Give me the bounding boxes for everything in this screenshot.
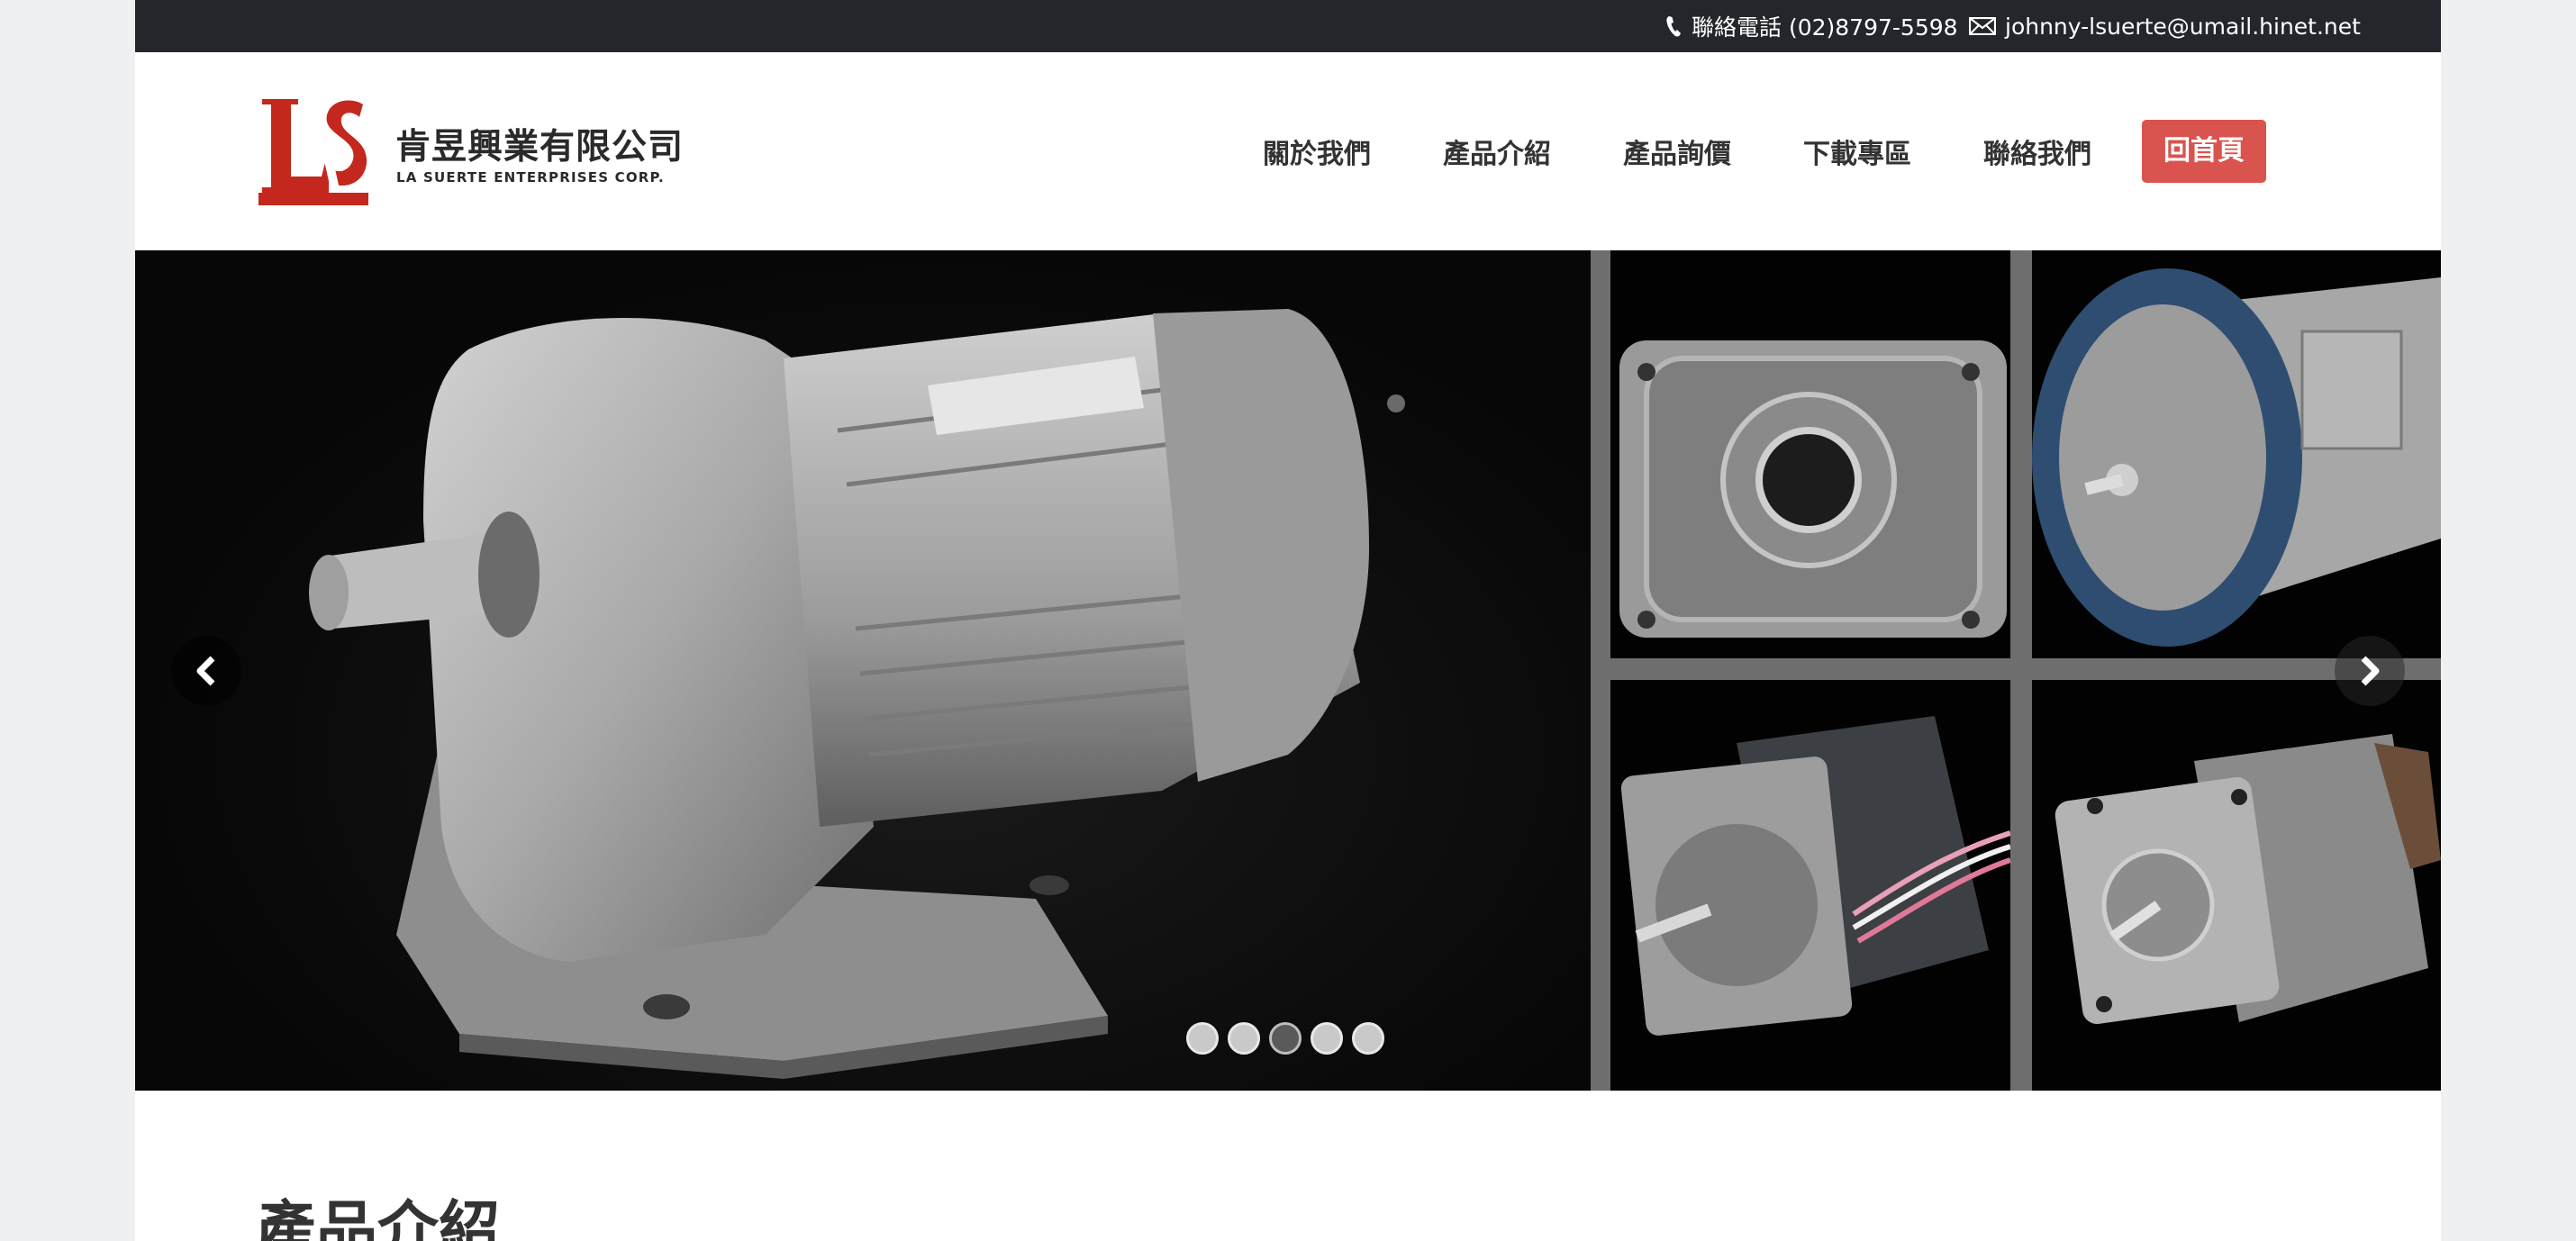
company-logo[interactable]: 肯昱興業有限公司 LA SUERTE ENTERPRISES CORP. [259, 99, 685, 205]
site-header: 肯昱興業有限公司 LA SUERTE ENTERPRISES CORP. 關於我… [135, 52, 2441, 250]
nav-item-about[interactable]: 關於我們 [1227, 131, 1407, 171]
nav-item-contact[interactable]: 聯絡我們 [1947, 131, 2127, 171]
square-flange-motor-image [2032, 680, 2441, 1091]
gearbox-flange-image [1610, 250, 2010, 658]
main-nav: 關於我們 產品介紹 產品詢價 下載專區 聯絡我們 回首頁 [1227, 120, 2266, 183]
section-title-products: 產品介紹 [255, 1195, 501, 1241]
flange-motor-image [2032, 250, 2441, 658]
nav-item-inquiry[interactable]: 產品詢價 [1587, 131, 1767, 171]
small-motor-wires-image [1610, 680, 2010, 1091]
carousel-dot[interactable] [1352, 1022, 1384, 1055]
company-name-en: LA SUERTE ENTERPRISES CORP. [396, 169, 665, 186]
email-text: johnny-lsuerte@umail.hinet.net [2005, 13, 2361, 40]
chevron-left-icon [196, 656, 215, 686]
carousel-dot-active[interactable] [1269, 1022, 1302, 1055]
carousel-dot[interactable] [1311, 1022, 1343, 1055]
email-contact[interactable]: johnny-lsuerte@umail.hinet.net [1969, 0, 2361, 52]
logo-mark [259, 99, 368, 205]
page: 聯絡電話 (02)8797-5598 johnny-lsuerte@umail.… [135, 0, 2441, 1241]
nav-item-products[interactable]: 產品介紹 [1407, 131, 1587, 171]
hero-carousel [135, 250, 2441, 1091]
chevron-right-icon [2361, 656, 2380, 686]
nav-item-downloads[interactable]: 下載專區 [1767, 131, 1947, 171]
carousel-next-button[interactable] [2335, 636, 2405, 706]
home-button[interactable]: 回首頁 [2142, 120, 2266, 183]
phone-icon [1666, 16, 1681, 37]
phone-contact[interactable]: 聯絡電話 (02)8797-5598 [1664, 0, 1958, 52]
gear-motor-image [135, 250, 1591, 1091]
phone-text: 聯絡電話 (02)8797-5598 [1692, 14, 1958, 41]
company-name-cn: 肯昱興業有限公司 [395, 127, 685, 168]
carousel-dot[interactable] [1186, 1022, 1219, 1055]
envelope-icon [1969, 17, 1996, 35]
carousel-dot[interactable] [1228, 1022, 1260, 1055]
carousel-prev-button[interactable] [171, 636, 241, 706]
carousel-indicators [1186, 1022, 1393, 1055]
top-contact-bar: 聯絡電話 (02)8797-5598 johnny-lsuerte@umail.… [135, 0, 2441, 52]
